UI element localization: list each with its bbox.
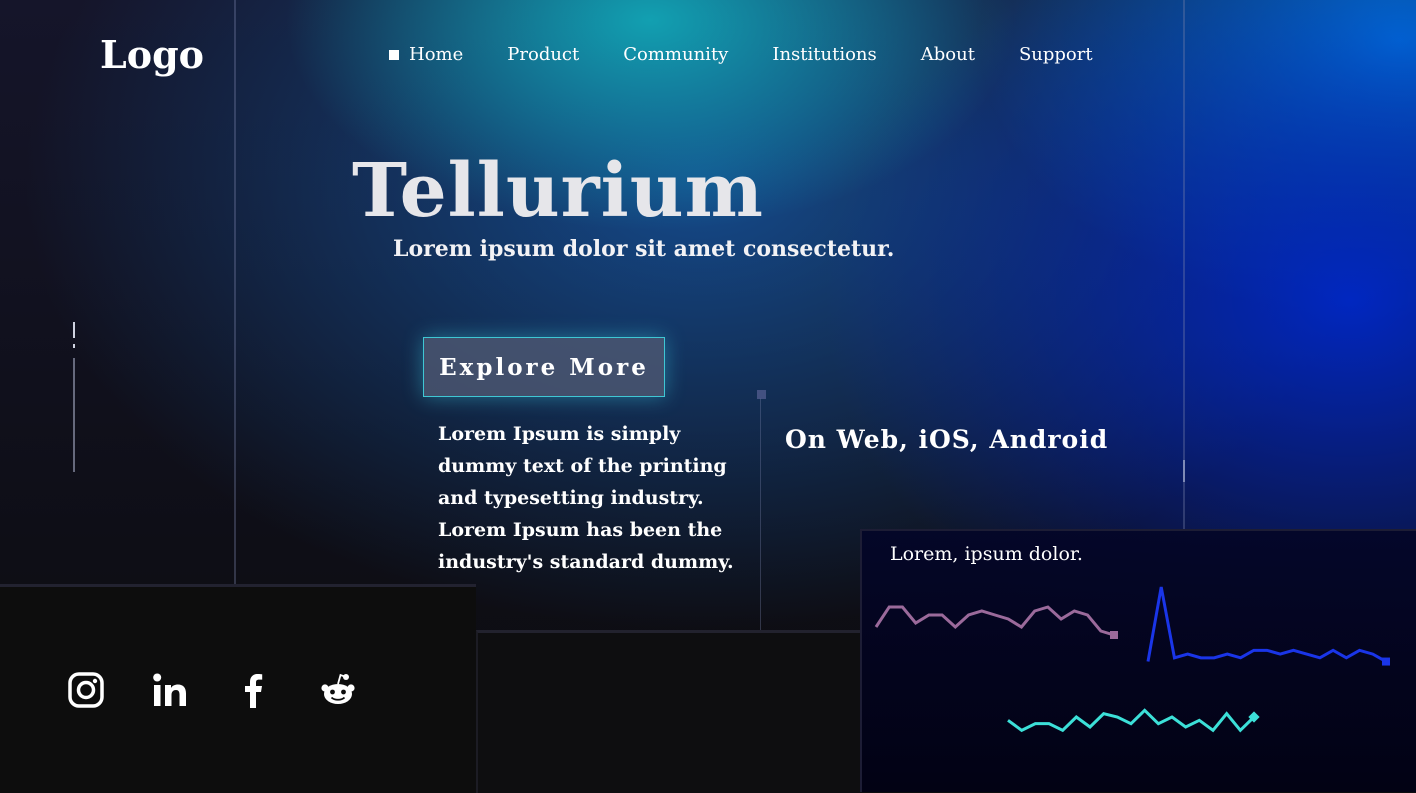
divider-line (760, 398, 761, 630)
divider-line (1183, 0, 1185, 530)
explore-more-button[interactable]: Explore More (423, 337, 665, 397)
nav-item-support[interactable]: Support (1019, 44, 1093, 65)
nav-item-institutions[interactable]: Institutions (772, 44, 876, 65)
reddit-icon[interactable] (318, 670, 358, 710)
empty-panel (476, 630, 862, 793)
hero-subtitle: Lorem ipsum dolor sit amet consectetur. (393, 236, 895, 262)
marker-square (757, 390, 766, 399)
active-indicator-icon (389, 50, 399, 60)
divider-line (1183, 460, 1185, 482)
hero-description: Lorem Ipsum is simply dummy text of the … (438, 423, 734, 573)
main-nav: Home Product Community Institutions Abou… (389, 44, 1137, 65)
instagram-icon[interactable] (66, 670, 106, 710)
nav-item-home[interactable]: Home (389, 44, 463, 65)
logo[interactable]: Logo (100, 32, 204, 77)
nav-label: Home (409, 44, 464, 65)
nav-item-about[interactable]: About (921, 44, 975, 65)
series-line-2 (1146, 586, 1387, 663)
series-line-3 (1007, 708, 1256, 733)
nav-item-product[interactable]: Product (507, 44, 579, 65)
scroll-indicator[interactable] (73, 322, 75, 472)
hero-title: Tellurium (352, 148, 764, 234)
series-line-1 (874, 605, 1115, 637)
series-end-marker-1 (1110, 631, 1118, 639)
social-links (66, 670, 358, 710)
linkedin-icon[interactable] (150, 670, 190, 710)
line-chart (874, 586, 1390, 733)
facebook-icon[interactable] (234, 670, 274, 710)
platforms-text: On Web, iOS, Android (785, 425, 1109, 454)
series-end-marker-2 (1382, 657, 1390, 666)
nav-item-community[interactable]: Community (623, 44, 728, 65)
divider-line (234, 0, 236, 588)
chart-card: Lorem, ipsum dolor. (860, 529, 1416, 792)
